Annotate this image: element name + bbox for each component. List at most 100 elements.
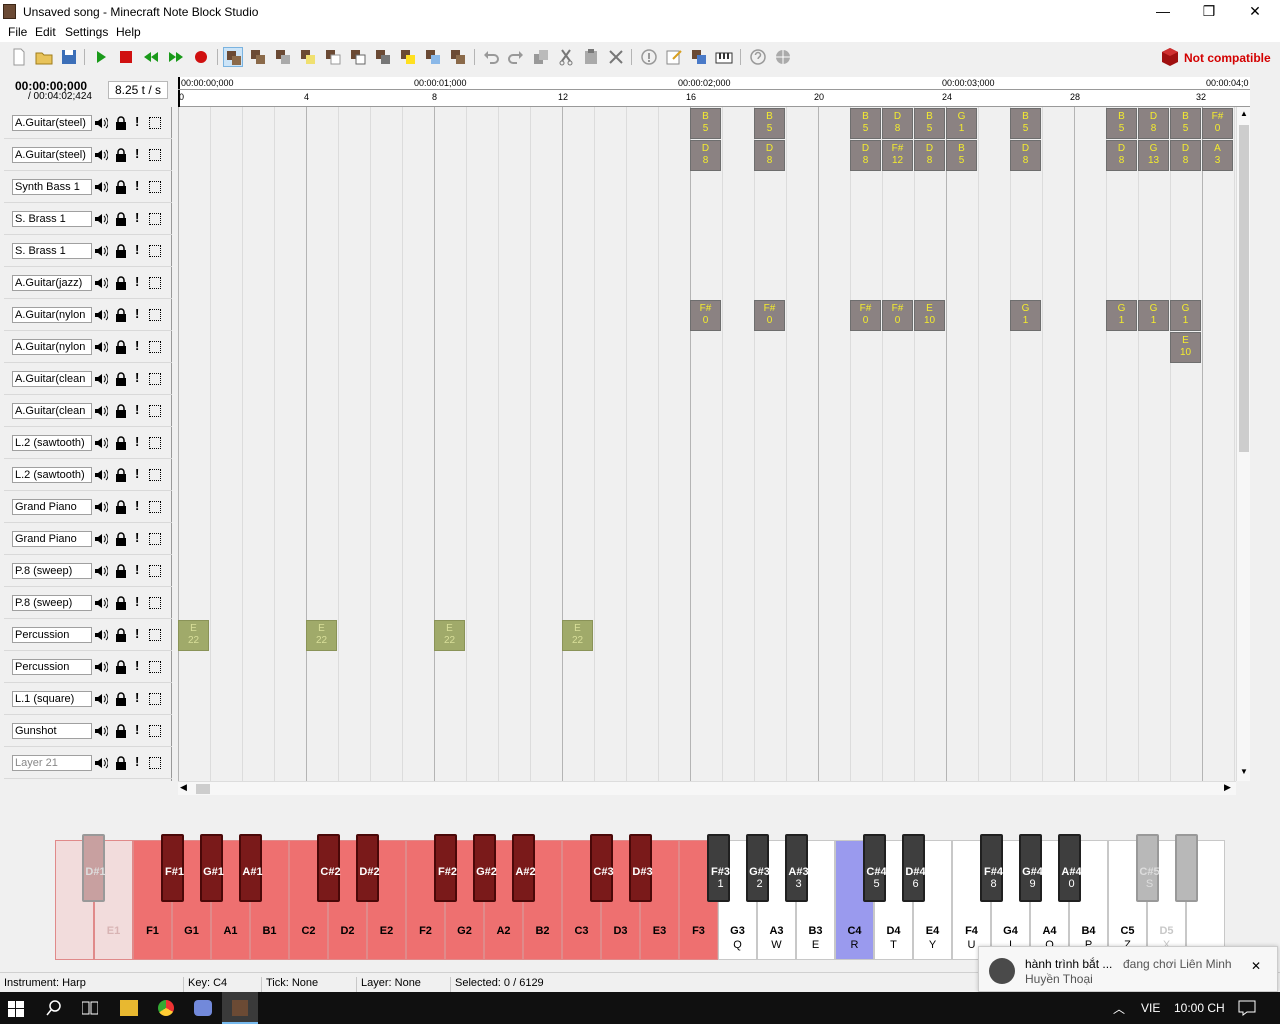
piano-black-key[interactable]: G#1 bbox=[200, 834, 224, 902]
lock-icon[interactable] bbox=[115, 724, 127, 738]
select-layer-icon[interactable] bbox=[149, 213, 161, 225]
lock-icon[interactable] bbox=[115, 660, 127, 674]
note-block[interactable]: G1 bbox=[1010, 300, 1041, 331]
timeline-ruler[interactable]: 00:00:00;000 00:00:01;000 00:00:02;000 0… bbox=[178, 77, 1250, 107]
search-icon[interactable] bbox=[46, 1000, 62, 1016]
solo-button[interactable]: ! bbox=[135, 530, 139, 545]
select-layer-icon[interactable] bbox=[149, 181, 161, 193]
note-block[interactable]: F# 0 bbox=[754, 300, 785, 331]
note-block[interactable]: E 10 bbox=[914, 300, 945, 331]
volume-icon[interactable] bbox=[94, 212, 109, 226]
stop-icon[interactable] bbox=[116, 47, 136, 67]
note-block[interactable]: D8 bbox=[1106, 140, 1137, 171]
scroll-right-arrow[interactable]: ▶ bbox=[1224, 782, 1231, 793]
piano-black-key[interactable]: D#4 6 bbox=[902, 834, 926, 902]
layer-name-field[interactable]: A.Guitar(steel) bbox=[12, 147, 92, 163]
lock-icon[interactable] bbox=[115, 340, 127, 354]
block-yellow2-icon[interactable] bbox=[398, 47, 418, 67]
info-icon[interactable] bbox=[639, 47, 659, 67]
lock-icon[interactable] bbox=[115, 404, 127, 418]
help-icon[interactable] bbox=[748, 47, 768, 67]
compatibility-icon[interactable] bbox=[1160, 47, 1180, 70]
select-layer-icon[interactable] bbox=[149, 277, 161, 289]
lock-icon[interactable] bbox=[115, 500, 127, 514]
open-folder-icon[interactable] bbox=[34, 47, 54, 67]
select-layer-icon[interactable] bbox=[149, 469, 161, 481]
note-block[interactable]: G1 bbox=[946, 108, 977, 139]
note-block[interactable]: D8 bbox=[914, 140, 945, 171]
block-blue-icon[interactable] bbox=[423, 47, 443, 67]
select-layer-icon[interactable] bbox=[149, 309, 161, 321]
select-layer-icon[interactable] bbox=[149, 437, 161, 449]
block-white-icon[interactable] bbox=[323, 47, 343, 67]
select-layer-icon[interactable] bbox=[149, 245, 161, 257]
layer-name-field[interactable]: L.2 (sawtooth) bbox=[12, 467, 92, 483]
select-layer-icon[interactable] bbox=[149, 629, 161, 641]
website-globe-icon[interactable] bbox=[773, 47, 793, 67]
volume-icon[interactable] bbox=[94, 628, 109, 642]
solo-button[interactable]: ! bbox=[135, 658, 139, 673]
solo-button[interactable]: ! bbox=[135, 434, 139, 449]
layer-name-field[interactable]: L.2 (sawtooth) bbox=[12, 435, 92, 451]
layer-name-field[interactable]: L.1 (square) bbox=[12, 691, 92, 707]
lock-icon[interactable] bbox=[115, 596, 127, 610]
note-block[interactable]: B5 bbox=[754, 108, 785, 139]
lock-icon[interactable] bbox=[115, 148, 127, 162]
scroll-thumb[interactable] bbox=[196, 784, 210, 794]
layer-name-field[interactable]: Grand Piano bbox=[12, 531, 92, 547]
select-layer-icon[interactable] bbox=[149, 405, 161, 417]
minimize-button[interactable]: — bbox=[1140, 0, 1186, 24]
scroll-left-arrow[interactable]: ◀ bbox=[180, 782, 187, 793]
midi-devices-icon[interactable] bbox=[714, 47, 734, 67]
note-block[interactable]: E 22 bbox=[178, 620, 209, 651]
select-layer-icon[interactable] bbox=[149, 725, 161, 737]
note-block[interactable]: B5 bbox=[690, 108, 721, 139]
note-block[interactable]: G1 bbox=[1170, 300, 1201, 331]
delete-icon[interactable] bbox=[606, 47, 626, 67]
piano-black-key[interactable]: D#2 bbox=[356, 834, 380, 902]
note-block[interactable]: D8 bbox=[882, 108, 913, 139]
lock-icon[interactable] bbox=[115, 468, 127, 482]
scroll-up-arrow[interactable]: ▲ bbox=[1240, 109, 1248, 118]
note-block[interactable]: E 10 bbox=[1170, 332, 1201, 363]
undo-icon[interactable] bbox=[481, 47, 501, 67]
solo-button[interactable]: ! bbox=[135, 114, 139, 129]
layer-name-field[interactable]: Synth Bass 1 bbox=[12, 179, 92, 195]
piano-black-key[interactable]: C#4 5 bbox=[863, 834, 887, 902]
solo-button[interactable]: ! bbox=[135, 370, 139, 385]
volume-icon[interactable] bbox=[94, 596, 109, 610]
layer-name-field[interactable]: Gunshot bbox=[12, 723, 92, 739]
note-block[interactable]: D8 bbox=[690, 140, 721, 171]
solo-button[interactable]: ! bbox=[135, 402, 139, 417]
menu-settings[interactable]: Settings bbox=[63, 25, 110, 39]
solo-button[interactable]: ! bbox=[135, 594, 139, 609]
lock-icon[interactable] bbox=[115, 628, 127, 642]
redo-icon[interactable] bbox=[506, 47, 526, 67]
piano-black-key[interactable]: A#2 bbox=[512, 834, 536, 902]
note-block[interactable]: F# 12 bbox=[882, 140, 913, 171]
layer-name-field[interactable]: P.8 (sweep) bbox=[12, 595, 92, 611]
note-block[interactable]: G1 bbox=[1138, 300, 1169, 331]
volume-icon[interactable] bbox=[94, 116, 109, 130]
tray-chevron-icon[interactable]: ︿ bbox=[1113, 1000, 1125, 1017]
layer-name-field[interactable]: S. Brass 1 bbox=[12, 243, 92, 259]
notification-toast[interactable]: hành trình bắt ... đang chơi Liên Minh H… bbox=[978, 946, 1278, 992]
layer-name-field[interactable]: Layer 21 bbox=[12, 755, 92, 771]
volume-icon[interactable] bbox=[94, 692, 109, 706]
select-layer-icon[interactable] bbox=[149, 693, 161, 705]
select-all-icon[interactable] bbox=[273, 47, 293, 67]
block-stack-icon[interactable] bbox=[448, 47, 468, 67]
select-layer-icon[interactable] bbox=[149, 757, 161, 769]
select-layer-icon[interactable] bbox=[149, 661, 161, 673]
lock-icon[interactable] bbox=[115, 308, 127, 322]
note-block-studio-taskbar-item[interactable] bbox=[222, 992, 258, 1024]
piano-black-key[interactable]: A#1 bbox=[239, 834, 263, 902]
piano-black-key[interactable]: D#1 bbox=[82, 834, 106, 902]
volume-icon[interactable] bbox=[94, 244, 109, 258]
layer-name-field[interactable]: Percussion bbox=[12, 627, 92, 643]
volume-icon[interactable] bbox=[94, 724, 109, 738]
note-block[interactable]: G 13 bbox=[1138, 140, 1169, 171]
select-layer-icon[interactable] bbox=[149, 341, 161, 353]
note-block[interactable]: F# 0 bbox=[850, 300, 881, 331]
piano-black-key[interactable]: A#4 0 bbox=[1058, 834, 1082, 902]
